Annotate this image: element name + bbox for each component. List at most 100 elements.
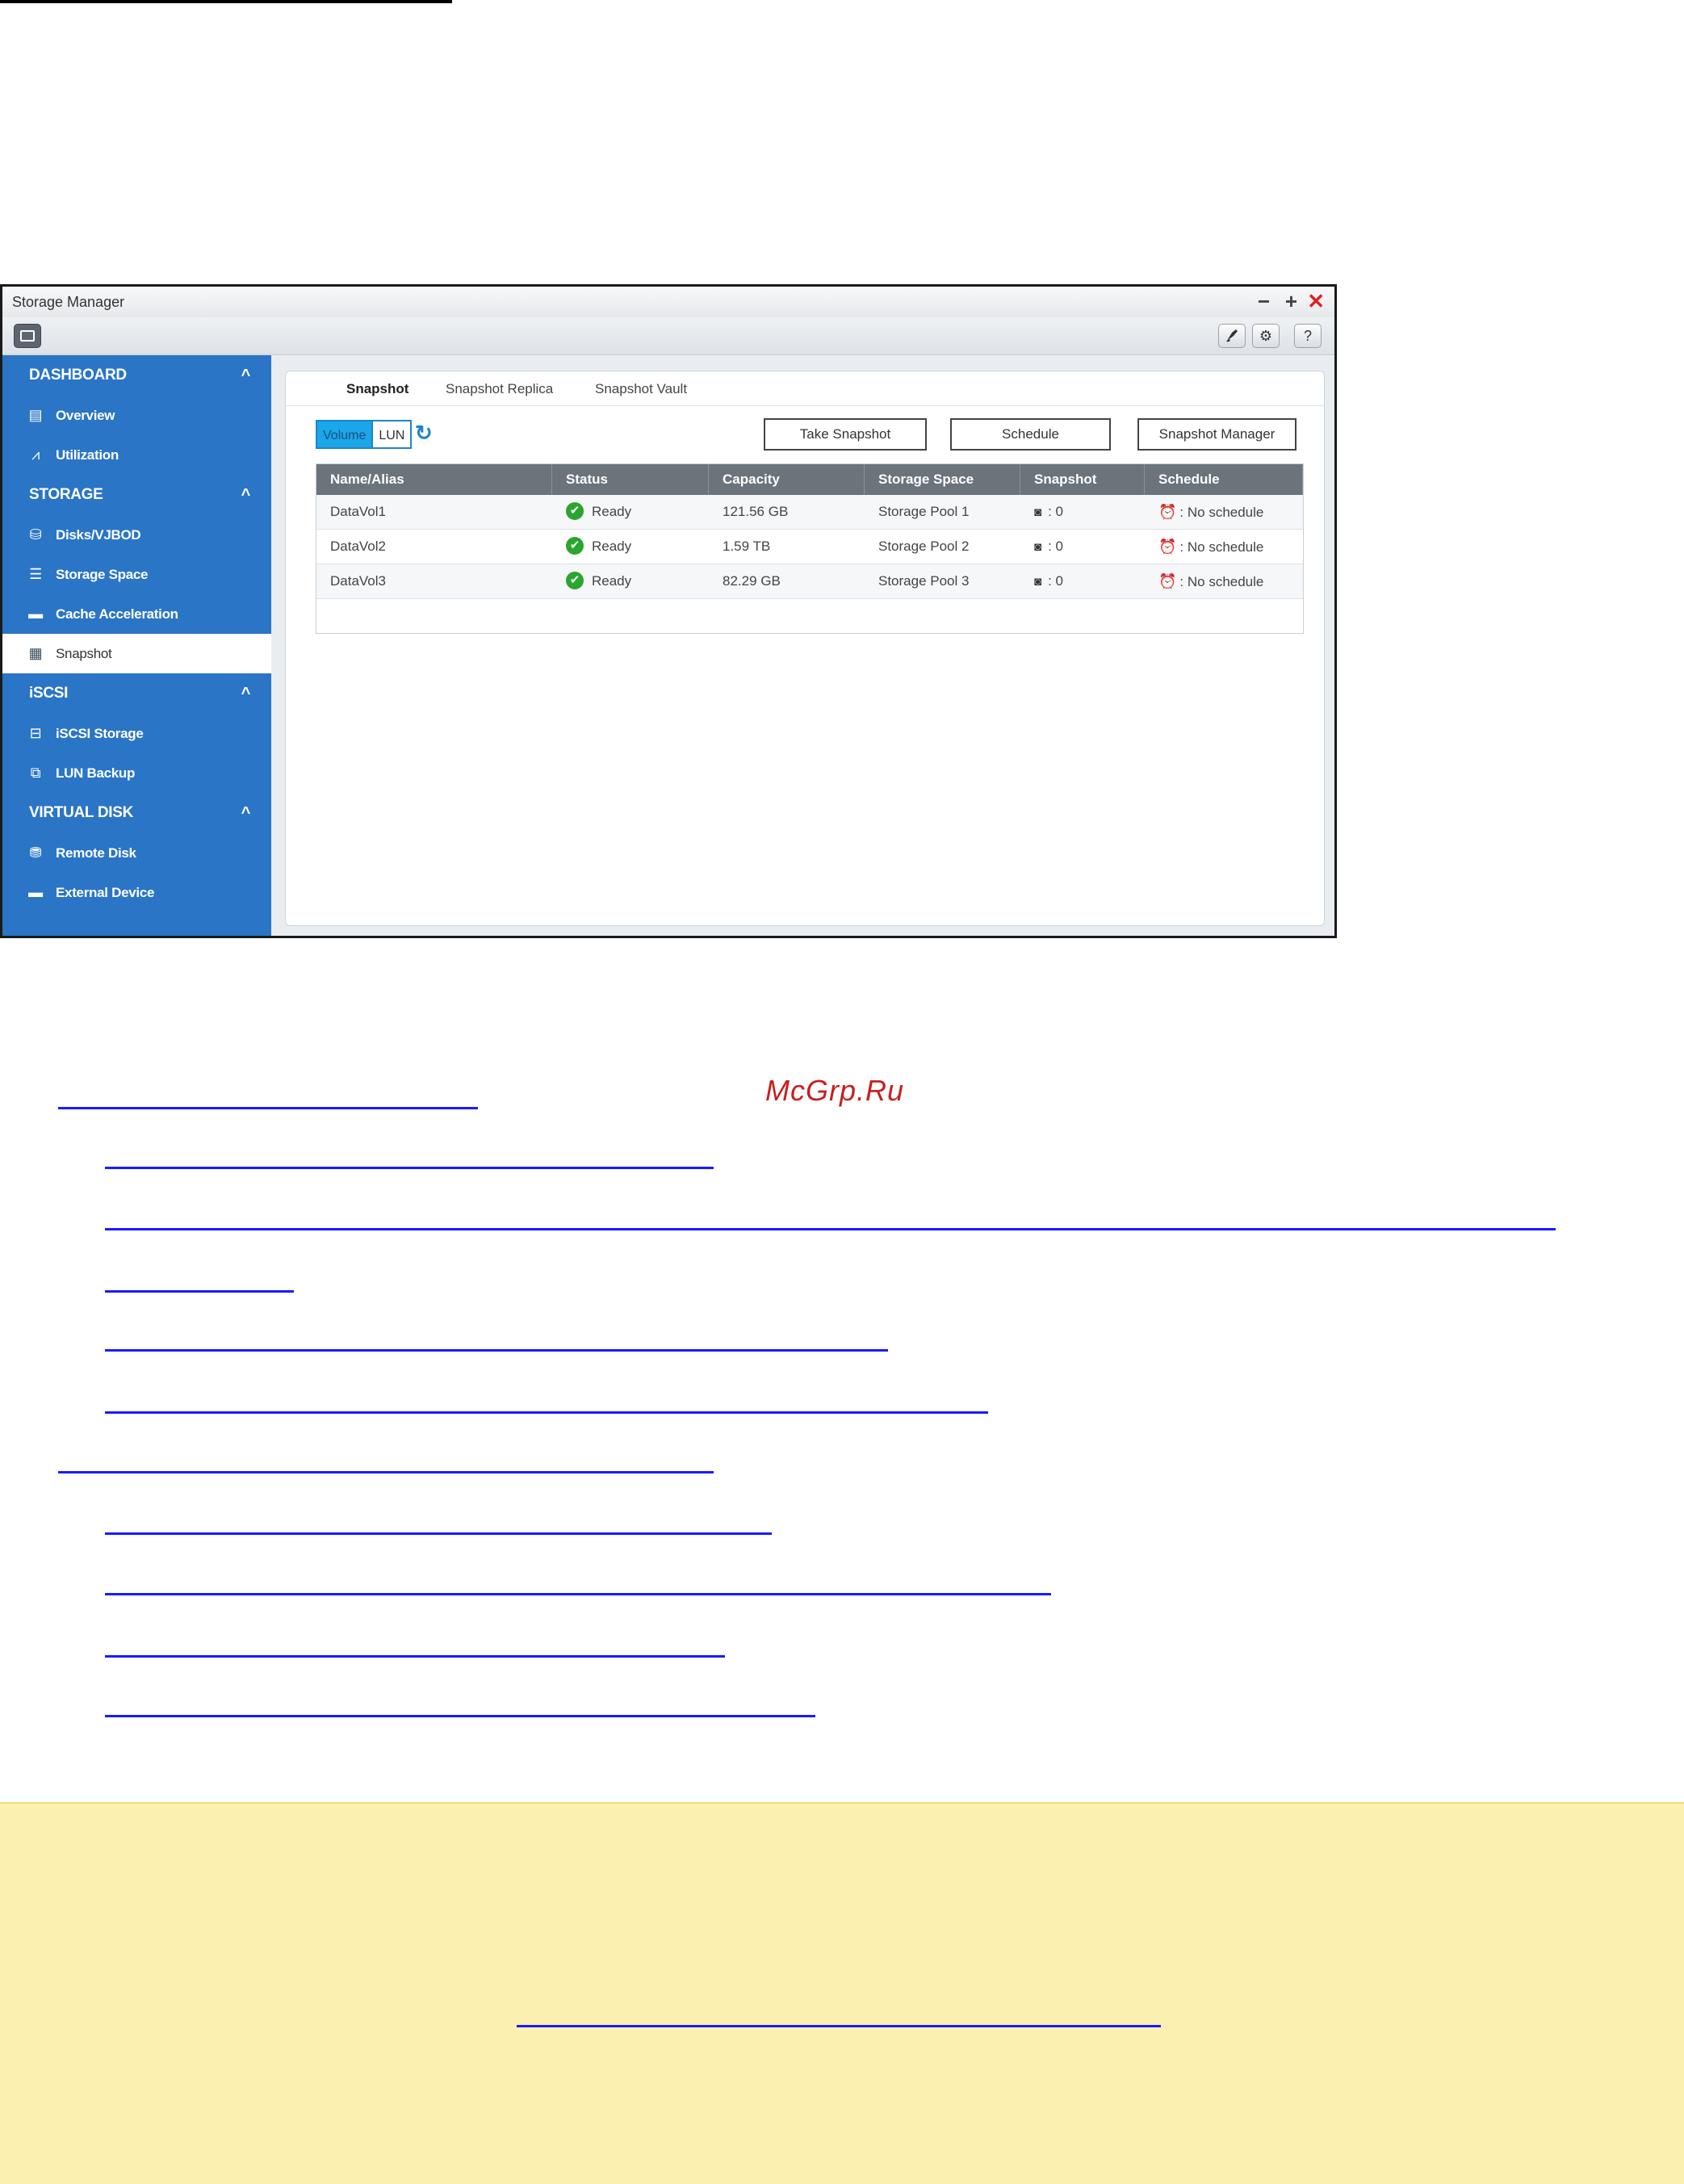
alarm-clock-icon: ⏰ [1158, 573, 1177, 589]
volume-lun-toggle: Volume LUN [316, 420, 413, 449]
cell-capacity: 1.59 TB [723, 539, 771, 554]
sidebar-item-label: Disks/VJBOD [56, 527, 141, 543]
brush-icon[interactable] [1218, 324, 1246, 348]
tab-snapshot-replica[interactable]: Snapshot Replica [446, 381, 553, 397]
section-storage[interactable]: STORAGE ^ [2, 475, 271, 515]
sidebar-item-label: Storage Space [56, 567, 149, 582]
section-iscsi[interactable]: iSCSI ^ [2, 673, 271, 714]
link-underline[interactable] [105, 1655, 725, 1658]
cell-snapshot: ◙: 0 [1020, 530, 1145, 564]
cell-snapshot: ◙: 0 [1020, 495, 1145, 529]
link-underline[interactable] [58, 1471, 714, 1473]
sidebar-item-overview[interactable]: ▤ Overview [2, 396, 271, 435]
cell-capacity: 82.29 GB [723, 573, 781, 589]
snapshot-manager-button[interactable]: Snapshot Manager [1137, 418, 1297, 451]
cell-snapshot: ◙: 0 [1020, 564, 1145, 598]
external-device-icon: ▬ [28, 884, 43, 900]
table-row[interactable]: DataVol3 ✔ Ready 82.29 GB Storage Pool 3 … [316, 564, 1303, 599]
tab-bar: Snapshot Snapshot Replica Snapshot Vault [286, 371, 1324, 406]
column-header[interactable]: Schedule [1145, 464, 1303, 495]
refresh-icon[interactable]: ↻ [415, 421, 433, 446]
close-button[interactable]: ✕ [1307, 289, 1325, 313]
cell-name: DataVol1 [330, 504, 386, 519]
overview-icon: ▤ [28, 407, 43, 423]
chevron-up-icon[interactable]: ^ [241, 355, 251, 396]
sidebar-item-label: LUN Backup [56, 765, 136, 781]
column-header[interactable]: Snapshot [1020, 464, 1145, 495]
section-label: iSCSI [29, 685, 69, 702]
sidebar-item-label: Remote Disk [56, 845, 136, 861]
sidebar-item-label: External Device [56, 885, 155, 900]
status-text: Ready [592, 573, 632, 589]
cell-schedule: ⏰: No schedule [1145, 564, 1303, 598]
section-label: VIRTUAL DISK [29, 804, 134, 821]
sidebar-item-iscsi-storage[interactable]: ⊟ iSCSI Storage [2, 714, 271, 753]
chevron-up-icon[interactable]: ^ [241, 475, 251, 515]
minimize-button[interactable]: − [1258, 289, 1270, 313]
link-underline[interactable] [105, 1228, 1556, 1230]
tab-snapshot-vault[interactable]: Snapshot Vault [595, 381, 687, 397]
take-snapshot-button[interactable]: Take Snapshot [764, 418, 927, 451]
cell-capacity: 121.56 GB [723, 504, 789, 519]
page-top-rule [0, 0, 452, 3]
link-underline[interactable] [105, 1715, 815, 1717]
sidebar-item-label: Overview [56, 408, 115, 423]
sidebar-item-cache-acceleration[interactable]: ▬ Cache Acceleration [2, 594, 271, 634]
alarm-clock-icon: ⏰ [1158, 504, 1177, 520]
column-header[interactable]: Capacity [709, 464, 865, 495]
panel-toggle-icon[interactable] [14, 324, 41, 348]
backup-icon: ⧉ [30, 765, 41, 781]
check-circle-icon: ✔ [566, 536, 584, 555]
brush-icon-shape [1226, 329, 1238, 342]
link-underline[interactable] [105, 1167, 714, 1169]
volume-table: Name/Alias Status Capacity Storage Space… [316, 463, 1304, 634]
gear-icon[interactable]: ⚙ [1252, 324, 1280, 348]
sidebar-item-external-device[interactable]: ▬ External Device [2, 873, 271, 912]
check-circle-icon: ✔ [566, 571, 584, 589]
sidebar-item-remote-disk[interactable]: ⛃ Remote Disk [2, 833, 271, 873]
section-virtual-disk[interactable]: VIRTUAL DISK ^ [2, 793, 271, 833]
sidebar: DASHBOARD ^ ▤ Overview ⩘ Utilization STORAG… [2, 355, 271, 936]
sidebar-item-disks[interactable]: ⛁ Disks/VJBOD [2, 515, 271, 555]
column-header[interactable]: Name/Alias [316, 464, 552, 495]
volume-toggle[interactable]: Volume [316, 420, 374, 449]
alarm-clock-icon: ⏰ [1158, 539, 1177, 555]
cell-name: DataVol2 [330, 539, 386, 554]
sidebar-item-label: Utilization [56, 447, 119, 463]
column-header[interactable]: Storage Space [865, 464, 1020, 495]
link-underline[interactable] [105, 1411, 988, 1414]
section-label: STORAGE [29, 486, 103, 503]
link-underline[interactable] [517, 2025, 1161, 2027]
link-underline[interactable] [105, 1349, 888, 1352]
tab-snapshot[interactable]: Snapshot [346, 381, 408, 397]
cell-storage-space: Storage Pool 3 [878, 573, 970, 589]
help-button[interactable]: ? [1294, 324, 1322, 348]
table-row[interactable]: DataVol1 ✔ Ready 121.56 GB Storage Pool 1… [316, 495, 1303, 530]
sidebar-item-storage-space[interactable]: ☰ Storage Space [2, 555, 271, 594]
section-dashboard[interactable]: DASHBOARD ^ [2, 355, 271, 396]
table-row[interactable]: DataVol2 ✔ Ready 1.59 TB Storage Pool 2 ◙… [316, 530, 1303, 564]
watermark-text: McGrp.Ru [765, 1074, 905, 1107]
lun-toggle[interactable]: LUN [373, 420, 413, 449]
schedule-button[interactable]: Schedule [950, 418, 1111, 451]
column-header[interactable]: Status [552, 464, 709, 495]
sidebar-item-label: Snapshot [56, 646, 112, 661]
cell-schedule: ⏰: No schedule [1145, 495, 1303, 529]
schedule-text: : No schedule [1179, 505, 1264, 520]
remote-disk-icon: ⛃ [29, 845, 42, 861]
link-underline[interactable] [105, 1532, 772, 1535]
schedule-text: : No schedule [1179, 539, 1264, 555]
chevron-up-icon[interactable]: ^ [241, 793, 251, 833]
empty-table-row [316, 599, 1303, 633]
sidebar-item-utilization[interactable]: ⩘ Utilization [2, 435, 271, 475]
main-panel: Snapshot Snapshot Replica Snapshot Vault… [285, 371, 1325, 926]
window-title: Storage Manager [12, 294, 125, 310]
link-underline[interactable] [105, 1593, 1051, 1595]
maximize-button[interactable]: + [1285, 289, 1297, 313]
link-underline[interactable] [105, 1290, 294, 1293]
schedule-text: : No schedule [1179, 574, 1264, 589]
link-underline[interactable] [58, 1107, 478, 1109]
chevron-up-icon[interactable]: ^ [241, 673, 251, 714]
sidebar-item-snapshot[interactable]: ▦ Snapshot [2, 634, 271, 673]
sidebar-item-lun-backup[interactable]: ⧉ LUN Backup [2, 753, 271, 793]
